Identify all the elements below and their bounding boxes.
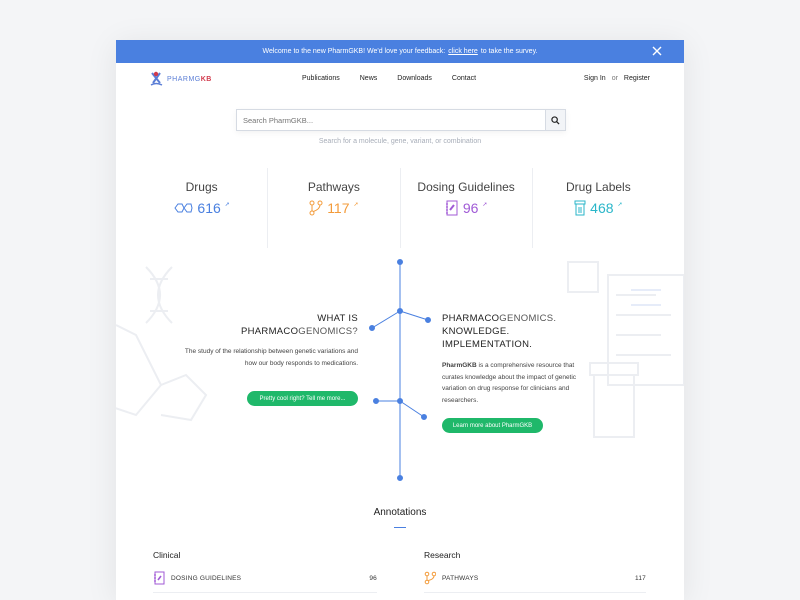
annotation-row-pathways[interactable]: PATHWAYS 117	[424, 569, 646, 587]
pgx-description: PharmGKB is a comprehensive resource tha…	[442, 362, 577, 404]
annotation-row-dosing-guidelines[interactable]: DOSING GUIDELINES 96	[153, 569, 377, 587]
pgx-heading: PHARMACOGENOMICS. KNOWLEDGE. IMPLEMENTAT…	[442, 313, 557, 350]
row-divider	[153, 592, 377, 593]
page-frame: Welcome to the new PharmGKB! We'd love y…	[116, 40, 684, 600]
clinical-heading: Clinical	[153, 550, 181, 560]
what-is-heading: WHAT IS PHARMACOGENOMICS?	[240, 313, 358, 337]
row-label: PATHWAYS	[442, 574, 479, 582]
row-label: DOSING GUIDELINES	[171, 574, 242, 582]
what-is-description: The study of the relationship between ge…	[184, 348, 358, 367]
row-count: 117	[635, 574, 646, 582]
row-count: 96	[369, 574, 377, 582]
annotations-heading: Annotations	[373, 507, 427, 518]
guideline-icon	[154, 571, 165, 585]
row-divider	[424, 592, 646, 593]
learn-more-button[interactable]: Learn more about PharmGKB	[442, 418, 543, 433]
research-heading: Research	[424, 550, 461, 560]
tell-me-more-button[interactable]: Pretty cool right? Tell me more...	[247, 391, 358, 406]
heading-underline	[394, 527, 406, 528]
timeline-graphic	[369, 259, 431, 481]
pathway-icon	[424, 571, 436, 585]
